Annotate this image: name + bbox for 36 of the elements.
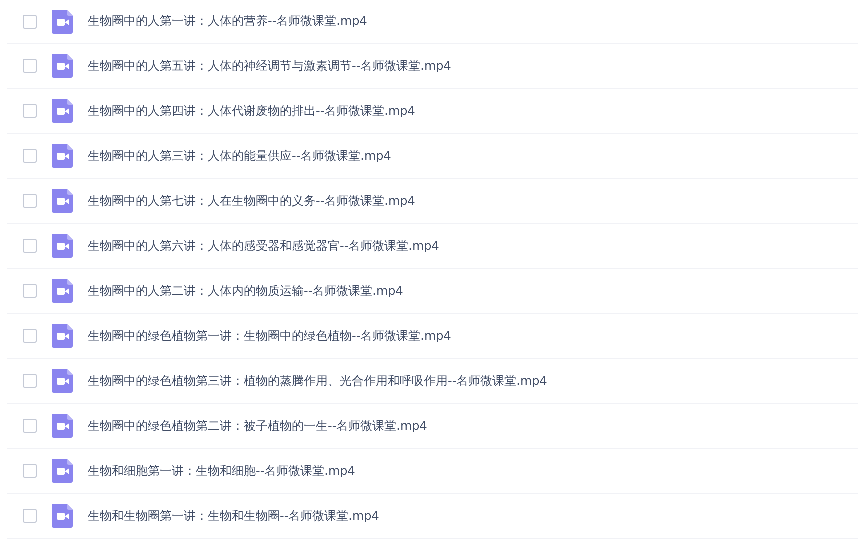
checkbox[interactable] <box>23 14 37 28</box>
video-file-icon <box>52 414 73 438</box>
checkbox[interactable] <box>23 194 37 208</box>
video-file-icon <box>52 54 73 78</box>
file-name[interactable]: 生物圈中的绿色植物第三讲：植物的蒸腾作用、光合作用和呼吸作用--名师微课堂.mp4 <box>88 372 548 390</box>
video-file-icon <box>52 324 73 348</box>
file-name[interactable]: 生物圈中的绿色植物第二讲：被子植物的一生--名师微课堂.mp4 <box>88 418 428 434</box>
video-file-icon <box>52 189 73 213</box>
video-file-icon <box>52 10 73 34</box>
file-name[interactable]: 生物圈中的人第二讲：人体内的物质运输--名师微课堂.mp4 <box>88 282 404 300</box>
file-name[interactable]: 生物圈中的人第六讲：人体的感受器和感觉器官--名师微课堂.mp4 <box>88 238 440 254</box>
video-file-icon <box>52 144 73 168</box>
checkbox[interactable] <box>23 149 37 163</box>
video-file-icon <box>52 279 73 303</box>
video-file-icon <box>52 504 73 528</box>
file-name[interactable]: 生物和生物圈第一讲：生物和生物圈--名师微课堂.mp4 <box>88 508 380 524</box>
video-file-icon <box>52 369 73 393</box>
video-file-icon <box>52 234 73 258</box>
video-file-icon <box>52 459 73 483</box>
file-name[interactable]: 生物圈中的人第一讲：人体的营养--名师微课堂.mp4 <box>88 13 368 30</box>
checkbox[interactable] <box>23 59 37 73</box>
file-name[interactable]: 生物圈中的绿色植物第一讲：生物圈中的绿色植物--名师微课堂.mp4 <box>88 328 452 344</box>
file-name[interactable]: 生物圈中的人第四讲：人体代谢废物的排出--名师微课堂.mp4 <box>88 102 416 120</box>
video-file-icon <box>52 99 73 123</box>
checkbox[interactable] <box>23 509 37 523</box>
file-name[interactable]: 生物圈中的人第七讲：人在生物圈中的义务--名师微课堂.mp4 <box>88 192 416 210</box>
file-name[interactable]: 生物圈中的人第三讲：人体的能量供应--名师微课堂.mp4 <box>88 148 392 164</box>
checkbox[interactable] <box>23 464 37 478</box>
file-name[interactable]: 生物和细胞第一讲：生物和细胞--名师微课堂.mp4 <box>88 462 356 480</box>
checkbox[interactable] <box>23 419 37 433</box>
checkbox[interactable] <box>23 329 37 343</box>
checkbox[interactable] <box>23 239 37 253</box>
file-name[interactable]: 生物圈中的人第五讲：人体的神经调节与激素调节--名师微课堂.mp4 <box>88 58 452 74</box>
checkbox[interactable] <box>23 284 37 298</box>
checkbox[interactable] <box>23 374 37 388</box>
checkbox[interactable] <box>23 104 37 118</box>
